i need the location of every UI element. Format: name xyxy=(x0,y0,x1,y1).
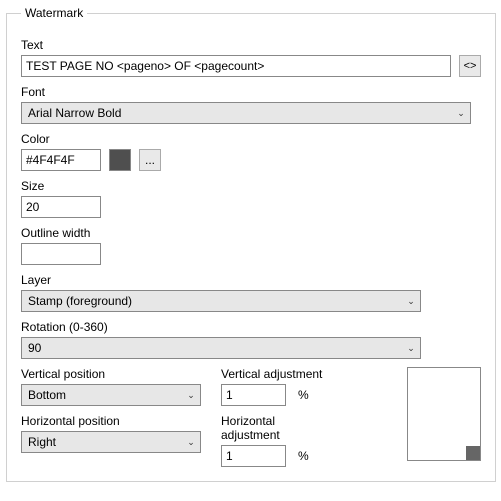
color-picker-button[interactable]: ... xyxy=(139,149,161,171)
rotation-combo[interactable]: 90 ⌄ xyxy=(21,337,421,359)
vadj-input[interactable] xyxy=(221,384,286,406)
hpos-value: Right xyxy=(22,432,182,452)
font-label: Font xyxy=(21,85,481,99)
chevron-down-icon: ⌄ xyxy=(182,385,200,405)
chevron-down-icon: ⌄ xyxy=(402,338,420,358)
insert-tag-button[interactable]: <> xyxy=(459,55,481,77)
watermark-group: Watermark Text <> Font Arial Narrow Bold… xyxy=(6,6,496,482)
outline-label: Outline width xyxy=(21,226,481,240)
color-label: Color xyxy=(21,132,481,146)
chevron-down-icon: ⌄ xyxy=(452,103,470,123)
group-title: Watermark xyxy=(21,6,87,20)
rotation-label: Rotation (0-360) xyxy=(21,320,481,334)
hadj-label: Horizontal adjustment xyxy=(221,414,331,442)
size-label: Size xyxy=(21,179,481,193)
text-label: Text xyxy=(21,38,481,52)
text-input[interactable] xyxy=(21,55,451,77)
hadj-input[interactable] xyxy=(221,445,286,467)
font-value: Arial Narrow Bold xyxy=(22,103,452,123)
hadj-unit: % xyxy=(298,449,309,463)
size-input[interactable] xyxy=(21,196,101,218)
hpos-combo[interactable]: Right ⌄ xyxy=(21,431,201,453)
vpos-label: Vertical position xyxy=(21,367,211,381)
vpos-value: Bottom xyxy=(22,385,182,405)
rotation-value: 90 xyxy=(22,338,402,358)
chevron-down-icon: ⌄ xyxy=(182,432,200,452)
preview-marker xyxy=(466,446,480,460)
hpos-label: Horizontal position xyxy=(21,414,211,428)
color-input[interactable] xyxy=(21,149,101,171)
outline-input[interactable] xyxy=(21,243,101,265)
chevron-down-icon: ⌄ xyxy=(402,291,420,311)
vadj-label: Vertical adjustment xyxy=(221,367,331,381)
vpos-combo[interactable]: Bottom ⌄ xyxy=(21,384,201,406)
vadj-unit: % xyxy=(298,388,309,402)
layer-label: Layer xyxy=(21,273,481,287)
layer-value: Stamp (foreground) xyxy=(22,291,402,311)
layer-combo[interactable]: Stamp (foreground) ⌄ xyxy=(21,290,421,312)
position-preview xyxy=(407,367,481,461)
font-combo[interactable]: Arial Narrow Bold ⌄ xyxy=(21,102,471,124)
color-swatch[interactable] xyxy=(109,149,131,171)
